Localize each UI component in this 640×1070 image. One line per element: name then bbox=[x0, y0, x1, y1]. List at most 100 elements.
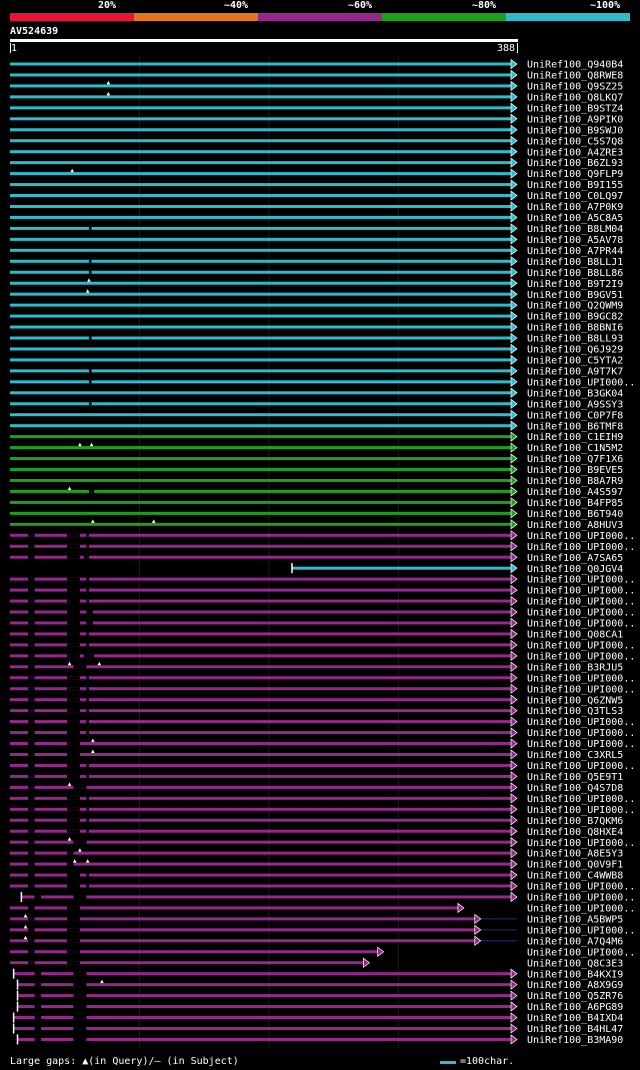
hit-label: UniRef100_B6T940 bbox=[527, 509, 623, 520]
insertion-marker bbox=[23, 924, 28, 929]
hit-label: UniRef100_C0LQ97 bbox=[527, 191, 623, 202]
insertion-marker bbox=[106, 91, 111, 96]
hit-arrow bbox=[510, 58, 518, 70]
hit-arrow bbox=[510, 683, 518, 694]
hit-label: UniRef100_B9STZ4 bbox=[527, 103, 623, 114]
hit-bar bbox=[10, 270, 511, 274]
hit-label: UniRef100_B4IXD4 bbox=[527, 1013, 623, 1024]
hit-arrow bbox=[510, 102, 518, 114]
hit-bar bbox=[10, 402, 511, 406]
hit-gap bbox=[86, 709, 89, 713]
hit-arrow bbox=[510, 606, 518, 618]
hit-label: UniRef100_Q6J929 bbox=[527, 345, 623, 356]
hit-bar bbox=[10, 829, 511, 833]
hit-label: UniRef100_UPI000.. bbox=[527, 728, 635, 739]
hit-gap bbox=[86, 873, 89, 877]
hit-bar bbox=[10, 325, 511, 329]
hit-arrow bbox=[510, 880, 518, 892]
hit-label: UniRef100_UPI000.. bbox=[527, 882, 635, 893]
hit-gap bbox=[28, 917, 35, 921]
hit-gap bbox=[86, 774, 89, 778]
hit-bar bbox=[10, 632, 511, 636]
insertion-marker bbox=[23, 913, 28, 918]
hit-label: UniRef100_Q8RWE8 bbox=[527, 71, 623, 82]
hit-bar bbox=[17, 994, 511, 998]
insertion-marker bbox=[100, 979, 104, 984]
hit-label: UniRef100_Q5ZR76 bbox=[527, 991, 623, 1002]
hit-bar bbox=[10, 851, 511, 855]
hit-gap bbox=[88, 259, 92, 263]
hit-label: UniRef100_C1N5M2 bbox=[527, 443, 623, 454]
hit-arrow bbox=[510, 234, 518, 245]
hit-gap bbox=[88, 369, 92, 373]
insertion-marker bbox=[67, 782, 72, 786]
hit-gap bbox=[66, 928, 80, 932]
hit-gap bbox=[66, 807, 80, 811]
hit-bar bbox=[10, 62, 511, 66]
hit-start-tick bbox=[16, 990, 19, 1001]
hit-gap bbox=[34, 972, 42, 976]
hit-start-tick bbox=[12, 968, 15, 979]
hit-label: UniRef100_Q0V9F1 bbox=[527, 860, 623, 871]
hit-gap bbox=[28, 840, 35, 844]
hit-bar bbox=[21, 895, 512, 899]
hit-label: UniRef100_A8HUV3 bbox=[527, 520, 623, 531]
hit-bar bbox=[10, 391, 511, 395]
hit-bar bbox=[10, 610, 511, 614]
hit-arrow bbox=[510, 354, 518, 366]
hit-gap bbox=[66, 939, 80, 943]
hit-label: UniRef100_A4ZRE3 bbox=[527, 147, 623, 158]
hit-gap bbox=[66, 533, 80, 537]
hit-arrow bbox=[510, 212, 518, 223]
insertion-marker bbox=[87, 278, 91, 282]
hit-gap bbox=[73, 895, 87, 899]
hit-gap bbox=[28, 654, 35, 658]
hit-gap bbox=[66, 873, 80, 877]
hit-gap bbox=[34, 994, 42, 998]
hit-arrow bbox=[510, 223, 518, 234]
hit-gap bbox=[86, 610, 93, 614]
hit-bar bbox=[10, 468, 511, 472]
hit-label: UniRef100_B8LL86 bbox=[527, 268, 623, 279]
hit-gap bbox=[86, 763, 89, 767]
hit-arrow bbox=[510, 749, 518, 760]
hit-bar bbox=[10, 183, 511, 187]
hit-bar bbox=[10, 194, 511, 198]
hit-gap bbox=[66, 796, 80, 800]
insertion-marker bbox=[91, 738, 95, 743]
hit-label: UniRef100_B8LL93 bbox=[527, 334, 623, 345]
hit-arrow bbox=[510, 727, 518, 738]
hit-bar bbox=[10, 577, 511, 581]
hit-arrow bbox=[510, 278, 518, 289]
hit-start-tick bbox=[12, 1023, 15, 1034]
hit-bar bbox=[10, 763, 511, 767]
hit-bar bbox=[10, 106, 511, 110]
hit-gap bbox=[66, 742, 80, 746]
hit-bar bbox=[10, 720, 511, 724]
hit-arrow bbox=[510, 519, 518, 530]
hit-arrow bbox=[510, 705, 518, 716]
hit-label: UniRef100_UPI000.. bbox=[527, 761, 635, 772]
hit-label: UniRef100_UPI000.. bbox=[527, 717, 635, 728]
hit-bar bbox=[10, 489, 511, 493]
hit-arrow bbox=[510, 310, 518, 322]
hit-gap bbox=[66, 752, 80, 756]
hit-gap bbox=[66, 621, 80, 625]
hit-bar bbox=[10, 259, 511, 263]
hit-gap bbox=[28, 884, 35, 888]
hit-bar bbox=[10, 687, 511, 691]
hit-arrow bbox=[510, 990, 518, 1001]
hit-gap bbox=[86, 829, 89, 833]
hit-label: UniRef100_Q0JGV4 bbox=[527, 564, 623, 575]
hit-bar bbox=[10, 533, 511, 537]
hit-label: UniRef100_A7SA65 bbox=[527, 553, 623, 564]
hit-label: UniRef100_UPI000.. bbox=[527, 838, 635, 849]
hit-label: UniRef100_UPI000.. bbox=[527, 597, 635, 608]
hit-gap bbox=[28, 763, 35, 767]
hit-gap bbox=[86, 533, 89, 537]
hit-gap bbox=[86, 588, 89, 592]
hit-gap bbox=[66, 763, 80, 767]
hit-label: UniRef100_Q8LKQ7 bbox=[527, 92, 623, 103]
hit-bar bbox=[10, 95, 511, 99]
hit-bar bbox=[10, 226, 511, 230]
